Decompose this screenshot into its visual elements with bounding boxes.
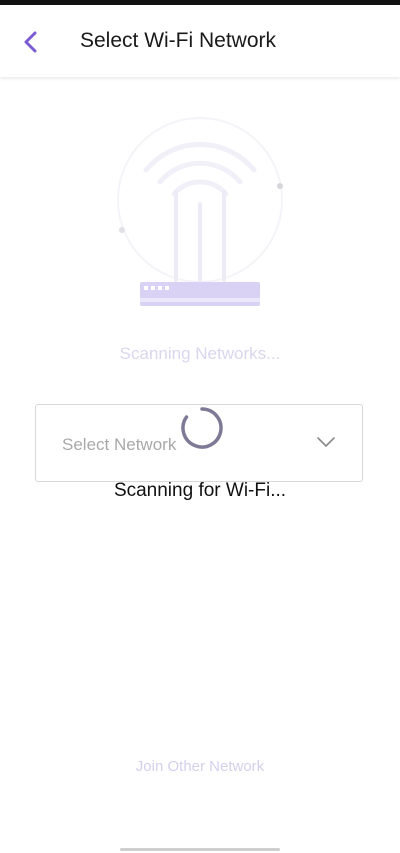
join-other-network-link[interactable]: Join Other Network xyxy=(0,758,400,775)
chevron-left-icon xyxy=(24,31,37,53)
back-button[interactable] xyxy=(14,25,48,59)
chevron-down-icon xyxy=(317,437,335,447)
network-dropdown-placeholder: Select Network xyxy=(62,435,177,454)
app-header: Select Wi-Fi Network xyxy=(0,5,400,77)
wifi-select-screen: Select Wi-Fi Network Scanning Networks..… xyxy=(0,0,400,853)
scanning-networks-label: Scanning Networks... xyxy=(119,344,281,363)
page-title: Select Wi-Fi Network xyxy=(80,29,277,52)
router-illustration xyxy=(100,110,300,320)
wifi-router-icon xyxy=(117,117,283,306)
scanning-wifi-message: Scanning for Wi-Fi... xyxy=(113,480,287,501)
loading-spinner xyxy=(181,407,223,449)
home-indicator[interactable] xyxy=(120,848,280,851)
